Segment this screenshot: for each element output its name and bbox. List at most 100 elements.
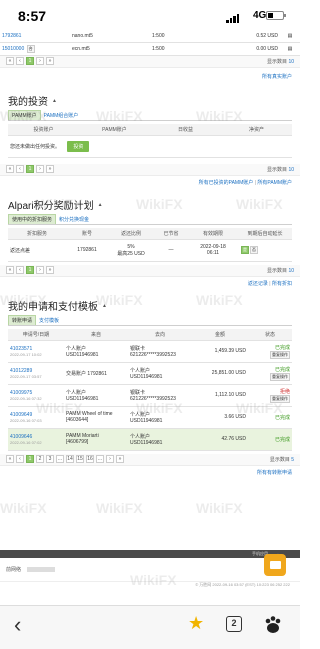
page-prev[interactable]: ‹: [16, 266, 24, 274]
all-pamm-link[interactable]: 所有PAMM账户: [257, 180, 292, 186]
page-first[interactable]: «: [6, 266, 14, 274]
col-header: 返还比例: [108, 227, 154, 240]
col-header: 已节省: [154, 227, 188, 240]
request-date: 2022-09-17 03:57: [10, 373, 42, 379]
chat-icon[interactable]: [264, 554, 286, 576]
status-badge: 已完成: [274, 414, 290, 421]
account-id-link[interactable]: 15010000: [2, 46, 24, 52]
page-16[interactable]: 16: [86, 455, 94, 463]
repeat-button[interactable]: 重复操作: [270, 372, 290, 381]
table-row[interactable]: 41009646 2022-09-16 07:02 PAMM Moriarti [4…: [8, 428, 292, 451]
show-count: 显示数目 10: [267, 58, 294, 65]
col-header: 金额: [192, 328, 248, 341]
table-row[interactable]: 1792861 nano.mt5 1:500 0.52 USD ▤: [0, 30, 300, 43]
collapse-icon[interactable]: ▲: [102, 303, 107, 309]
back-icon[interactable]: ‹: [14, 612, 21, 638]
page-3[interactable]: 3: [46, 455, 54, 463]
account-id-link[interactable]: 1792861: [0, 30, 70, 43]
input-placeholder[interactable]: [27, 567, 56, 572]
page-first[interactable]: «: [6, 165, 14, 173]
page-1[interactable]: 1: [26, 455, 34, 463]
star-icon[interactable]: ★: [188, 613, 204, 634]
table-row[interactable]: 41023571 2022-09-17 10:02 个人账户 USD11946981…: [8, 340, 292, 363]
renew-yes-toggle[interactable]: 是: [241, 246, 249, 254]
page-last[interactable]: »: [116, 455, 124, 463]
page-prev[interactable]: ‹: [16, 165, 24, 173]
page-1[interactable]: 1: [26, 165, 34, 173]
repeat-button[interactable]: 重复操作: [270, 350, 290, 359]
page-next[interactable]: ›: [106, 455, 114, 463]
show-count: 显示数目 10: [267, 166, 294, 173]
tab-active-discounts[interactable]: 使用中的折扣服务: [8, 213, 57, 224]
tab-points-to-cash[interactable]: 积分兑换现金: [56, 215, 92, 224]
to-detail: USD11946981: [130, 417, 163, 424]
table-row: 返还点差 1792861 5% 最高25 USD — 2022-09-18 06:1…: [8, 239, 292, 262]
repeat-button[interactable]: 重复操作: [270, 394, 290, 403]
to-cell: 个人账户: [130, 433, 151, 440]
page-ellipsis: ...: [56, 455, 64, 463]
page-last[interactable]: »: [46, 165, 54, 173]
all-invested-pamm-link[interactable]: 所有已投资的PAMM账户: [199, 180, 254, 186]
tab-payment-templates[interactable]: 支付模板: [36, 316, 62, 325]
all-real-accounts-link[interactable]: 所有真实账户: [0, 68, 300, 86]
page-14[interactable]: 14: [66, 455, 74, 463]
page-next[interactable]: ›: [36, 165, 44, 173]
table-row[interactable]: 41009649 2022-09-16 07:03 PAMM Wheel of t…: [8, 406, 292, 429]
page-prev[interactable]: ‹: [16, 57, 24, 65]
baidu-paw-icon[interactable]: [262, 614, 284, 636]
amount-cell: 1,459.39 USD: [192, 340, 248, 363]
page-next[interactable]: ›: [36, 57, 44, 65]
tab-pamm-account[interactable]: PAMM账户: [8, 109, 41, 120]
show-count: 显示数目 10: [267, 267, 294, 274]
tab-pamm-portfolio[interactable]: PAMM组合账户: [41, 111, 82, 120]
col-header: 申请号/日期: [8, 328, 64, 341]
account-menu-icon[interactable]: ▤: [280, 42, 300, 56]
service-cell: 返还点差: [8, 239, 66, 262]
table-row[interactable]: 41009975 2022-09-16 07:32 个人账户 USD11946981…: [8, 384, 292, 407]
page-1[interactable]: 1: [26, 57, 34, 65]
all-transfer-requests-link[interactable]: 所有有转账申请: [0, 466, 300, 479]
rewards-heading: Alpari积分奖励计划 ▲: [8, 201, 103, 212]
leverage-cell: 1:500: [150, 42, 210, 56]
collapse-icon[interactable]: ▲: [98, 202, 103, 208]
ratio-max: 最高25 USD: [117, 250, 145, 257]
leverage-cell: 1:500: [150, 30, 210, 43]
rebate-history-link[interactable]: 返还记录: [248, 281, 268, 287]
table-row[interactable]: 15010000 合 ecn.mt5 1:500 0.00 USD ▤: [0, 42, 300, 56]
show-count-select[interactable]: 10: [288, 268, 294, 274]
amount-cell: 3.66 USD: [192, 406, 248, 429]
col-header: 日收益: [150, 123, 221, 136]
rewards-links: 返还记录 | 所有折扣: [247, 280, 292, 287]
table-row[interactable]: 41012289 2022-09-17 03:57 交易账户 1792861 个人…: [8, 362, 292, 385]
show-count-select[interactable]: 5: [291, 457, 294, 463]
account-menu-icon[interactable]: ▤: [280, 30, 300, 43]
invest-button[interactable]: 投资: [67, 140, 90, 152]
show-count-select[interactable]: 10: [288, 59, 294, 65]
col-header: 到期后自动延长: [238, 227, 292, 240]
page-first[interactable]: «: [6, 57, 14, 65]
app-download-bar: 手机应用 ▲: [0, 550, 300, 558]
server-cell: nano.mt5: [70, 30, 150, 43]
col-header: 账号: [66, 227, 108, 240]
page-next[interactable]: ›: [36, 266, 44, 274]
from-cell: 个人账户: [66, 345, 87, 352]
page-2[interactable]: 2: [36, 455, 44, 463]
all-discounts-link[interactable]: 所有折扣: [272, 281, 292, 287]
page-15[interactable]: 15: [76, 455, 84, 463]
collapse-icon[interactable]: ▲: [52, 98, 57, 104]
renew-no-toggle[interactable]: 否: [250, 246, 258, 254]
pagination: « ‹ 1 › » 显示数目 10: [0, 163, 300, 176]
tab-transfer-requests[interactable]: 转账申请: [8, 314, 37, 325]
col-header: PAMM账户: [79, 123, 150, 136]
page-1[interactable]: 1: [26, 266, 34, 274]
page-first[interactable]: «: [6, 455, 14, 463]
page-prev[interactable]: ‹: [16, 455, 24, 463]
to-detail: 621226*****3992523: [130, 351, 176, 358]
show-count-select[interactable]: 10: [288, 167, 294, 173]
amount-cell: 25,851.00 USD: [192, 362, 248, 385]
signal-icon: [226, 14, 239, 23]
page-last[interactable]: »: [46, 266, 54, 274]
applications-heading: 我的申请和支付模板 ▲: [8, 302, 107, 313]
tabs-icon[interactable]: 2: [226, 616, 242, 632]
page-last[interactable]: »: [46, 57, 54, 65]
